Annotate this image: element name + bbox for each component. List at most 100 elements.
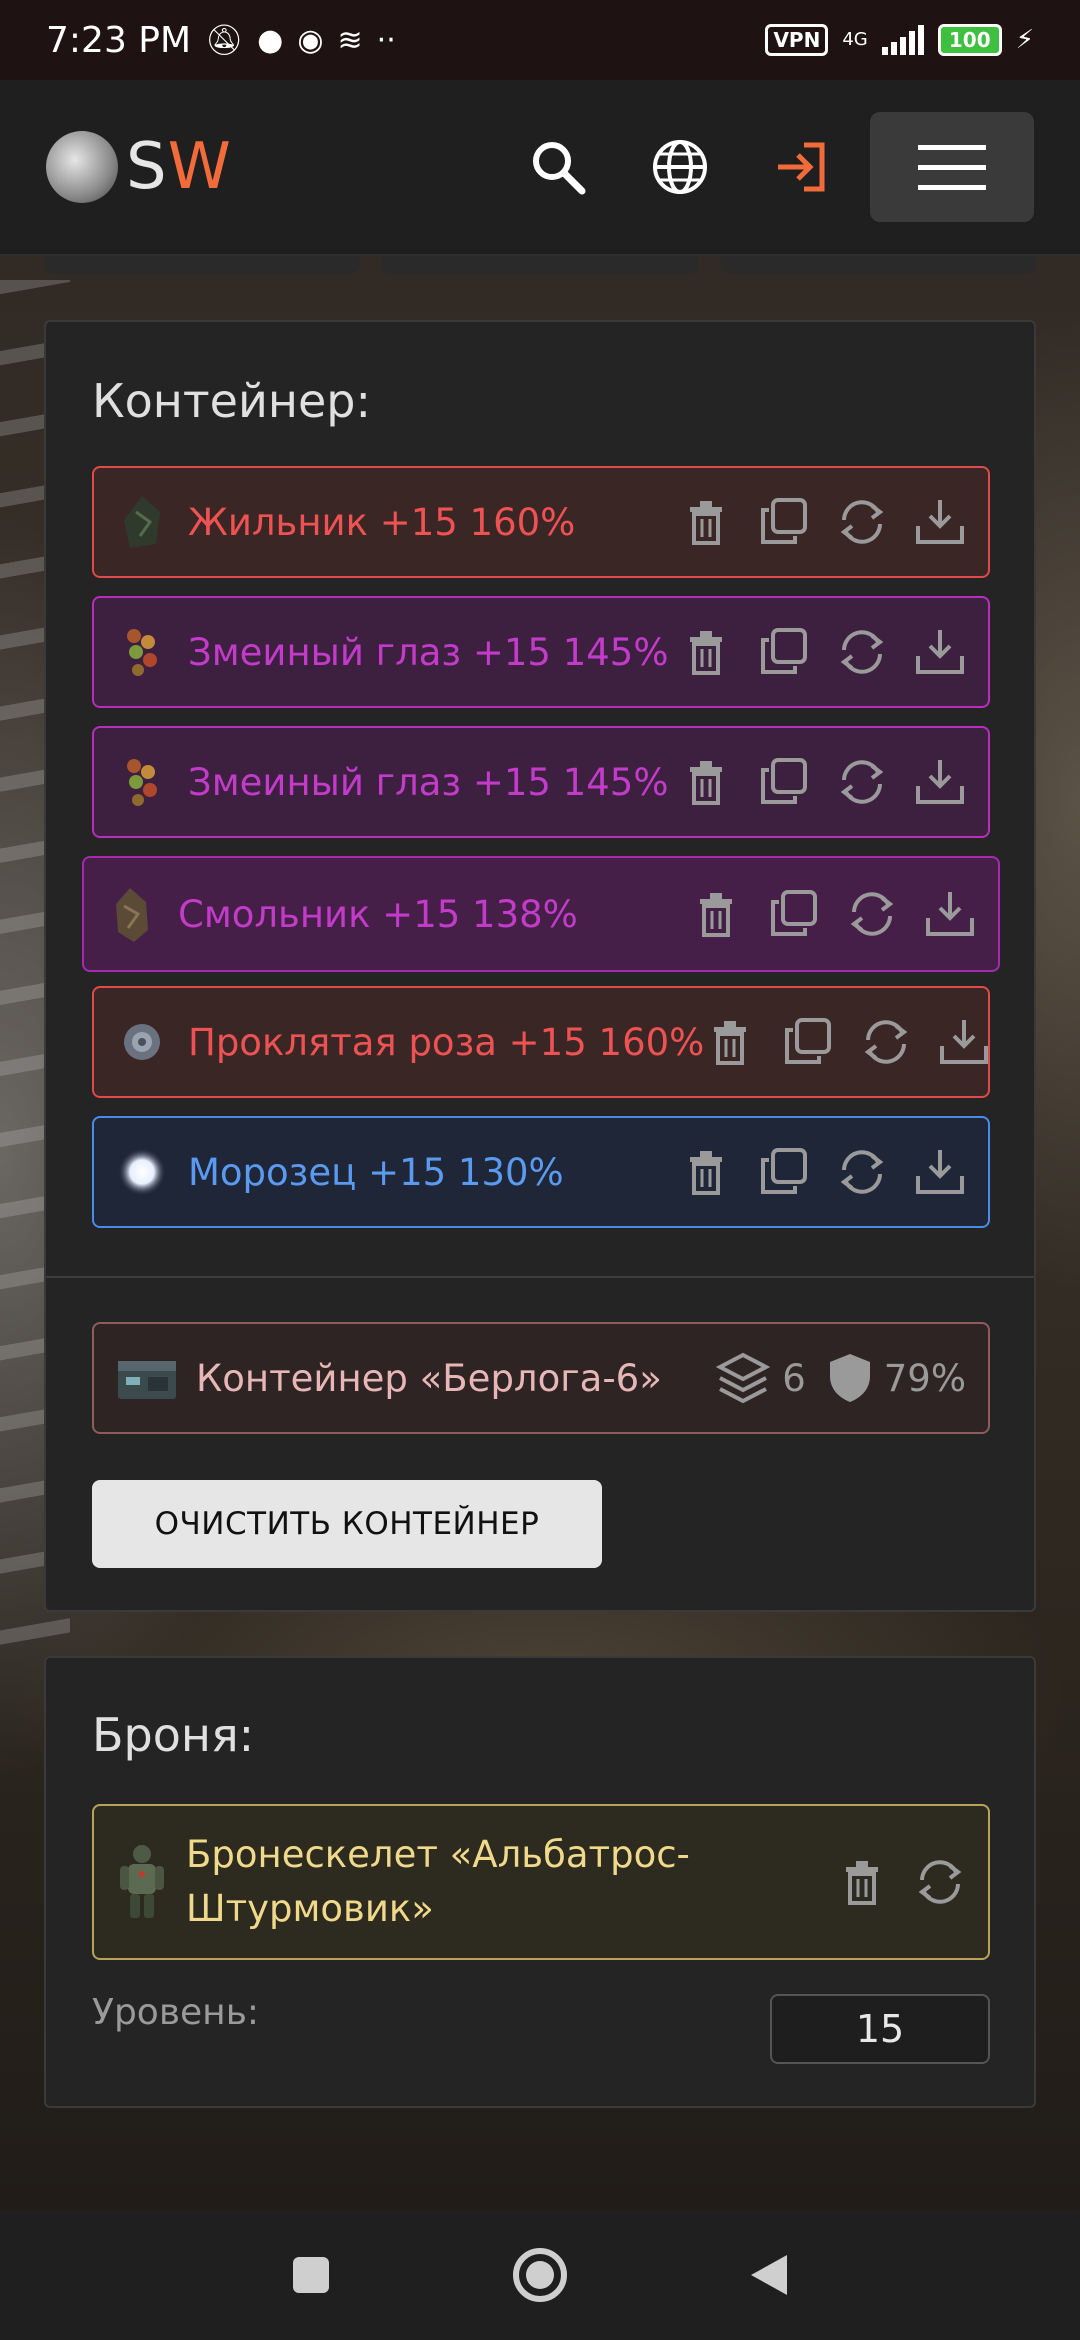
login-icon (778, 142, 825, 192)
armor-panel: Броня: Бронескелет «Альбатрос- Штурмовик… (44, 1656, 1036, 2108)
trash-icon (690, 761, 722, 805)
download-button[interactable] (938, 1016, 990, 1068)
delete-button[interactable] (680, 496, 732, 548)
level-input[interactable] (770, 1994, 990, 2064)
artifact-row-selected[interactable]: Смольник +15 138% (82, 856, 1000, 972)
slot-count: 6 (716, 1351, 806, 1405)
artifact-icon (116, 888, 148, 942)
refresh-icon (850, 892, 894, 936)
refresh-icon (840, 500, 884, 544)
armor-name: Бронескелет «Альбатрос- Штурмовик» (186, 1833, 690, 1930)
copy-icon (785, 1018, 832, 1064)
download-icon (926, 892, 974, 936)
search-button[interactable] (528, 137, 588, 197)
replace-button[interactable] (846, 888, 898, 940)
copy-icon (761, 498, 807, 544)
artifact-icon (118, 1148, 166, 1196)
copy-button[interactable] (758, 496, 810, 548)
header-actions (528, 112, 1034, 222)
login-button[interactable] (772, 137, 832, 197)
replace-button[interactable] (914, 1856, 966, 1908)
copy-button[interactable] (758, 1146, 810, 1198)
refresh-icon (840, 1150, 884, 1194)
recents-icon[interactable] (289, 2253, 333, 2297)
container-title: Контейнер: (92, 374, 371, 428)
signal-icon (881, 25, 924, 55)
artifact-name: Змеиный глаз +15 145% (188, 630, 669, 674)
replace-button[interactable] (836, 1146, 888, 1198)
trash-icon (690, 631, 722, 675)
refresh-icon (864, 1020, 908, 1064)
home-icon[interactable] (510, 2245, 570, 2305)
back-icon[interactable] (747, 2251, 791, 2299)
download-button[interactable] (914, 496, 966, 548)
replace-button[interactable] (836, 756, 888, 808)
language-button[interactable] (650, 137, 710, 197)
hamburger-icon (918, 145, 986, 190)
armor-selector[interactable]: Бронескелет «Альбатрос- Штурмовик» (92, 1804, 990, 1960)
delete-button[interactable] (680, 1146, 732, 1198)
armor-suit-icon (120, 1845, 164, 1918)
delete-button[interactable] (680, 756, 732, 808)
section-divider (46, 1276, 1034, 1278)
replace-button[interactable] (860, 1016, 912, 1068)
artifact-icon (127, 629, 157, 676)
download-button[interactable] (914, 1146, 966, 1198)
tabs-remnant (44, 256, 1036, 274)
container-panel: Контейнер: Жильник +15 160% Змеиный глаз… (44, 320, 1036, 1612)
notification-icons: 🔕︎ ● ◉ ≋ ·· (205, 23, 396, 58)
menu-button[interactable] (870, 112, 1034, 222)
download-button[interactable] (914, 756, 966, 808)
tab-remnant[interactable] (720, 256, 1036, 274)
system-nav-bar (0, 2210, 1080, 2340)
delete-button[interactable] (704, 1016, 756, 1068)
tab-remnant[interactable] (382, 256, 698, 274)
site-logo[interactable]: SW (46, 130, 232, 204)
copy-icon (771, 890, 817, 936)
slot-count-value: 6 (782, 1356, 806, 1400)
delete-button[interactable] (836, 1856, 888, 1908)
artifact-icon (124, 1024, 160, 1060)
copy-button[interactable] (768, 888, 820, 940)
artifact-row[interactable]: Жильник +15 160% (92, 466, 990, 578)
download-icon (916, 1150, 964, 1194)
copy-icon (761, 628, 807, 674)
download-button[interactable] (914, 626, 966, 678)
armor-title: Броня: (92, 1708, 255, 1762)
clear-container-button[interactable]: ОЧИСТИТЬ КОНТЕЙНЕР (92, 1480, 602, 1568)
copy-icon (761, 758, 807, 804)
container-selector[interactable]: Контейнер «Берлога-6» 6 79% (92, 1322, 990, 1434)
app-circle-icon: ◉ (297, 22, 324, 58)
copy-button[interactable] (782, 1016, 834, 1068)
download-button[interactable] (924, 888, 976, 940)
artifact-name: Проклятая роза +15 160% (188, 1020, 705, 1064)
layers-icon (716, 1352, 771, 1404)
level-label: Уровень: (92, 1992, 260, 2033)
artifact-row[interactable]: Змеиный глаз +15 145% (92, 726, 990, 838)
artifact-row[interactable]: Проклятая роза +15 160% (92, 986, 990, 1098)
trash-icon (714, 1021, 747, 1065)
refresh-icon (840, 630, 884, 674)
protection-stat: 79% (828, 1352, 966, 1404)
copy-button[interactable] (758, 626, 810, 678)
artifact-row[interactable]: Змеиный глаз +15 145% (92, 596, 990, 708)
layers-icon: ≋ (337, 22, 363, 58)
copy-button[interactable] (758, 756, 810, 808)
status-right: VPN 4G 100 ⚡︎ (765, 24, 1034, 56)
more-dots-icon: ·· (376, 22, 396, 58)
artifact-row[interactable]: Морозец +15 130% (92, 1116, 990, 1228)
protection-value: 79% (883, 1356, 966, 1400)
replace-button[interactable] (836, 626, 888, 678)
artifact-name: Смольник +15 138% (178, 892, 578, 936)
artifact-icon (127, 759, 157, 806)
download-icon (940, 1020, 989, 1064)
delete-button[interactable] (680, 626, 732, 678)
tab-remnant[interactable] (44, 256, 360, 274)
clock: 7:23 PM (46, 19, 192, 61)
trash-icon (846, 1861, 878, 1905)
copy-icon (761, 1148, 807, 1194)
trash-icon (690, 1151, 722, 1195)
replace-button[interactable] (836, 496, 888, 548)
delete-button[interactable] (690, 888, 742, 940)
battery-icon: 100 (937, 24, 1002, 56)
